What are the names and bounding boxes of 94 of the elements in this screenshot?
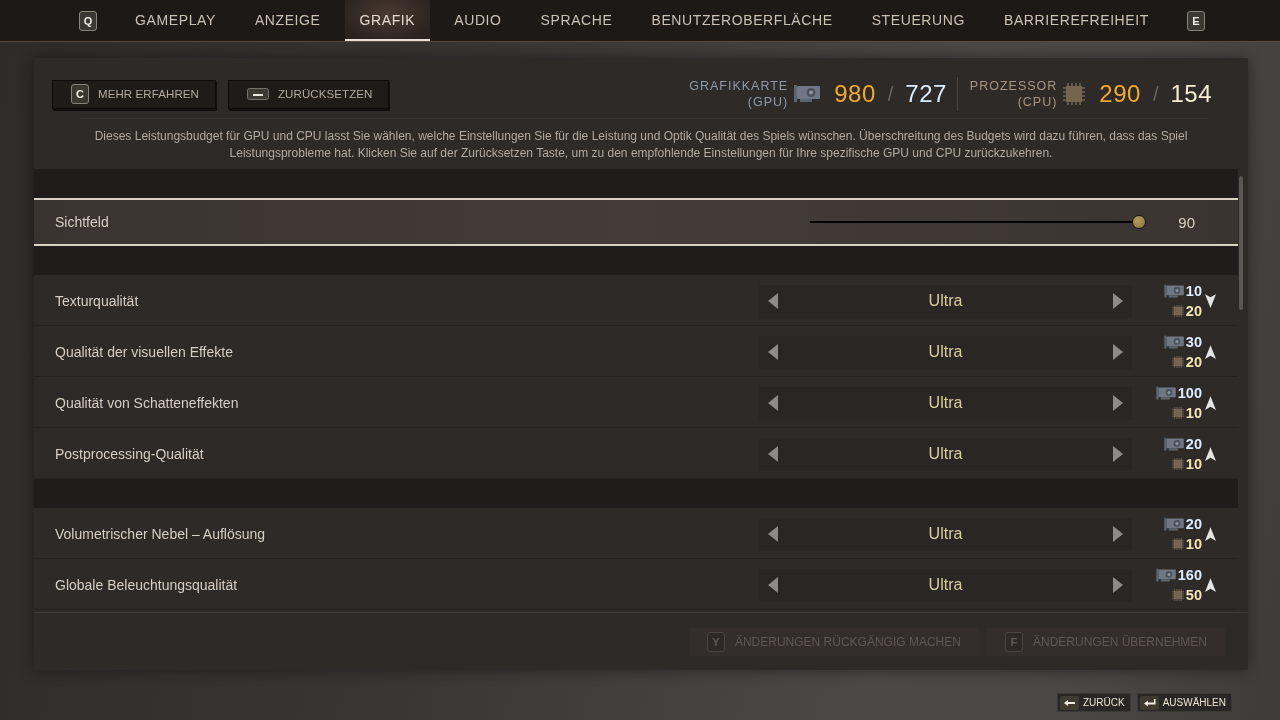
left-arrow-key-icon (1059, 695, 1079, 710)
learn-more-button[interactable]: C MEHR ERFAHREN (52, 79, 216, 109)
graphics-card-icon (1163, 334, 1184, 350)
previous-option-arrow-icon[interactable] (768, 293, 778, 309)
option-selector[interactable]: Ultra (759, 335, 1132, 369)
setting-label: Qualität von Schatteneffekten (55, 395, 239, 411)
cpu-cost: 10 (1185, 534, 1202, 554)
settings-row[interactable]: Qualität der visuellen Effekte Ultra 30 20 (34, 326, 1238, 377)
settings-row[interactable]: Postprocessing-Qualität Ultra 20 10 (34, 428, 1238, 479)
budget-description: Dieses Leistungsbudget für GPU und CPU lasst Sie wählen, welche Einstellungen Sie für die Leistung und Optik Qualität des Spiels wünschen. Überschreitung des Budgets wird dazu führen, dass das Spiel Leistungsprobleme hat. Klicken Sie auf der Zurücksetzen Taste, um zu den empfohlende Einstellungen für Ihre spezifische GPU und CPU zurückzukehren. (93, 128, 1189, 162)
graphics-card-icon (1163, 436, 1184, 452)
budget-used: 290 (1099, 80, 1141, 108)
option-selector[interactable]: Ultra (759, 517, 1132, 551)
chip-icon (1171, 458, 1184, 470)
option-selector[interactable]: Ultra (759, 386, 1132, 420)
select-button[interactable]: AUSWÄHLEN (1136, 693, 1232, 712)
tab[interactable]: STEUERUNG (856, 0, 980, 41)
previous-option-arrow-icon[interactable] (768, 395, 778, 411)
option-value: Ultra (928, 445, 963, 463)
settings-row[interactable]: Qualität von Schatteneffekten Ultra 100 10 (34, 377, 1238, 428)
key-cap: C (71, 84, 89, 104)
previous-option-arrow-icon[interactable] (768, 344, 778, 360)
graphics-card-icon (1155, 385, 1176, 401)
enter-key-icon (1139, 695, 1159, 710)
tab[interactable]: SPRACHE (525, 0, 628, 41)
next-option-arrow-icon[interactable] (1113, 293, 1123, 309)
settings-row[interactable]: Volumetrischer Nebel – Auflösung Ultra 20 10 (34, 508, 1238, 559)
next-option-arrow-icon[interactable] (1113, 395, 1123, 411)
settings-row[interactable]: Globale Beleuchtungsqualität Ultra 160 50 (34, 559, 1238, 610)
slider-thumb[interactable] (1132, 215, 1146, 229)
gpu-cost: 20 (1185, 434, 1202, 454)
option-value: Ultra (928, 394, 963, 412)
option-value: Ultra (928, 525, 963, 543)
gpu-cost: 20 (1185, 514, 1202, 534)
budget-used: 980 (834, 80, 876, 108)
next-tab-key[interactable]: E (1186, 10, 1205, 31)
scrollbar-thumb[interactable] (1239, 176, 1243, 310)
cpu-cost: 20 (1185, 352, 1202, 372)
next-option-arrow-icon[interactable] (1113, 577, 1123, 593)
graphics-card-icon (794, 84, 821, 104)
graphics-card-icon (1163, 283, 1184, 299)
option-value: Ultra (928, 292, 963, 310)
previous-tab-key[interactable]: Q (79, 10, 98, 31)
chip-icon (1063, 83, 1086, 105)
spacebar-key-icon (247, 88, 269, 100)
graphics-card-icon (1163, 516, 1184, 532)
next-option-arrow-icon[interactable] (1113, 446, 1123, 462)
tab[interactable]: GAMEPLAY (120, 0, 231, 41)
tab[interactable]: BENUTZEROBERFLÄCHE (636, 0, 848, 41)
chip-icon (1171, 305, 1184, 317)
tab[interactable]: AUDIO (439, 0, 517, 41)
gpu-cost: 30 (1185, 332, 1202, 352)
gpu-cost: 100 (1177, 383, 1202, 403)
setting-label: Volumetrischer Nebel – Auflösung (55, 526, 266, 542)
tab[interactable]: GRAFIK (344, 0, 431, 41)
budget-label: GRAFIKKARTE (GPU) (689, 78, 789, 110)
option-selector[interactable]: Ultra (759, 568, 1132, 602)
chip-icon (1171, 589, 1184, 601)
gpu-cost: 160 (1177, 565, 1202, 585)
next-option-arrow-icon[interactable] (1113, 344, 1123, 360)
setting-label: Postprocessing-Qualität (55, 446, 204, 462)
gpu-cost: 10 (1185, 281, 1202, 301)
option-value: Ultra (928, 576, 963, 594)
budget-label: PROZESSOR (CPU) (969, 78, 1058, 110)
cpu-cost: 20 (1185, 301, 1202, 321)
budget-available: 154 (1170, 80, 1212, 108)
previous-option-arrow-icon[interactable] (768, 577, 778, 593)
slash-separator: / (1152, 82, 1159, 106)
chip-icon (1171, 407, 1184, 419)
tab[interactable]: ANZEIGE (239, 0, 336, 41)
budget-available: 727 (905, 80, 947, 108)
chip-icon (1171, 356, 1184, 368)
cpu-cost: 10 (1185, 454, 1202, 474)
chip-icon (1171, 538, 1184, 550)
option-selector[interactable]: Ultra (759, 284, 1132, 318)
next-option-arrow-icon[interactable] (1113, 526, 1123, 542)
cpu-cost: 10 (1185, 403, 1202, 423)
option-selector[interactable]: Ultra (759, 437, 1132, 471)
reset-button[interactable]: ZURÜCKSETZEN (228, 79, 390, 109)
setting-label: Texturqualität (55, 293, 139, 309)
back-button[interactable]: ZURÜCK (1056, 693, 1131, 712)
cpu-cost: 50 (1185, 585, 1202, 605)
option-value: Ultra (928, 343, 963, 361)
setting-label: Sichtfeld (55, 214, 109, 230)
tab[interactable]: BARRIEREFREIHEIT (988, 0, 1164, 41)
setting-label: Qualität der visuellen Effekte (55, 344, 233, 360)
slash-separator: / (887, 82, 894, 106)
previous-option-arrow-icon[interactable] (768, 526, 778, 542)
previous-option-arrow-icon[interactable] (768, 446, 778, 462)
slider-value: 90 (1177, 213, 1195, 231)
settings-row[interactable]: Texturqualität Ultra 10 20 (34, 275, 1238, 326)
graphics-card-icon (1155, 567, 1176, 583)
setting-label: Globale Beleuchtungsqualität (55, 577, 238, 593)
settings-row[interactable]: Sichtfeld 90 (34, 198, 1238, 246)
